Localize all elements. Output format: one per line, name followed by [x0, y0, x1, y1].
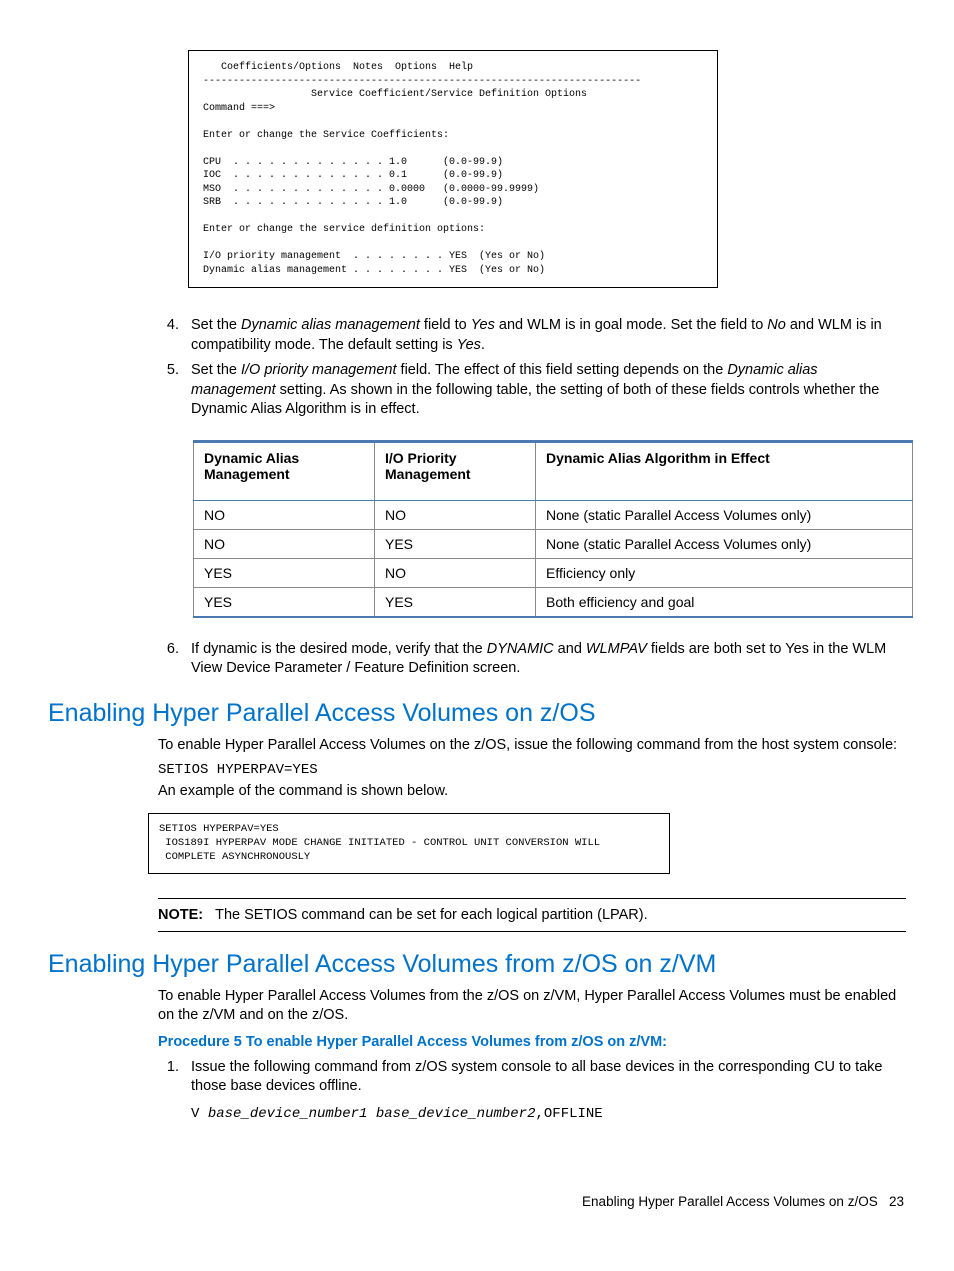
- procedure-steps-4-5: Set the Dynamic alias management field t…: [48, 316, 906, 420]
- rule: ----------------------------------------…: [203, 76, 641, 87]
- note-box: NOTE: The SETIOS command can be set for e…: [158, 898, 906, 932]
- procedure-step-6: If dynamic is the desired mode, verify t…: [48, 640, 906, 679]
- step-4: Set the Dynamic alias management field t…: [183, 316, 906, 355]
- col-header: Dynamic Alias Algorithm in Effect: [536, 441, 913, 500]
- alias-algorithm-table: Dynamic Alias Management I/O Priority Ma…: [193, 440, 913, 618]
- step-5: Set the I/O priority management field. T…: [183, 361, 906, 420]
- terminal-screen-setios-output: SETIOS HYPERPAV=YES IOS189I HYPERPAV MOD…: [148, 813, 670, 874]
- command-prompt: Command ===>: [203, 103, 275, 114]
- row-mso: MSO . . . . . . . . . . . . . 0.0000 (0.…: [203, 184, 539, 195]
- row-dynamic-alias: Dynamic alias management . . . . . . . .…: [203, 265, 545, 276]
- paragraph: An example of the command is shown below…: [48, 782, 906, 802]
- row-io-priority: I/O priority management . . . . . . . . …: [203, 251, 545, 262]
- footer-title: Enabling Hyper Parallel Access Volumes o…: [582, 1194, 878, 1209]
- prompt-options: Enter or change the service definition o…: [203, 224, 485, 235]
- note-text: The SETIOS command can be set for each l…: [215, 907, 648, 923]
- procedure-heading: Procedure 5 To enable Hyper Parallel Acc…: [48, 1034, 906, 1050]
- table-row: YESYESBoth efficiency and goal: [194, 587, 913, 617]
- table-row: NOYESNone (static Parallel Access Volume…: [194, 529, 913, 558]
- screen-title: Service Coefficient/Service Definition O…: [203, 89, 587, 100]
- prompt-coefficients: Enter or change the Service Coefficients…: [203, 130, 449, 141]
- procedure-5-steps: Issue the following command from z/OS sy…: [48, 1058, 906, 1124]
- command-vary-offline: V base_device_number1 base_device_number…: [191, 1105, 906, 1124]
- col-header: I/O Priority Management: [375, 441, 536, 500]
- row-cpu: CPU . . . . . . . . . . . . . 1.0 (0.0-9…: [203, 157, 503, 168]
- paragraph: To enable Hyper Parallel Access Volumes …: [48, 987, 906, 1026]
- row-ioc: IOC . . . . . . . . . . . . . 0.1 (0.0-9…: [203, 170, 503, 181]
- page-number: 23: [889, 1194, 904, 1209]
- section-heading-enable-zos: Enabling Hyper Parallel Access Volumes o…: [48, 699, 906, 728]
- page-footer: Enabling Hyper Parallel Access Volumes o…: [48, 1194, 906, 1209]
- menu-bar: Coefficients/Options Notes Options Help: [203, 62, 473, 73]
- col-header: Dynamic Alias Management: [194, 441, 375, 500]
- table-row: YESNOEfficiency only: [194, 558, 913, 587]
- section-heading-enable-zvm: Enabling Hyper Parallel Access Volumes f…: [48, 950, 906, 979]
- paragraph: To enable Hyper Parallel Access Volumes …: [48, 736, 906, 756]
- terminal-screen-service-options: Coefficients/Options Notes Options Help …: [188, 50, 718, 288]
- table-row: NONONone (static Parallel Access Volumes…: [194, 500, 913, 529]
- note-label: NOTE:: [158, 907, 203, 923]
- command-setios: SETIOS HYPERPAV=YES: [48, 762, 906, 778]
- step-6: If dynamic is the desired mode, verify t…: [183, 640, 906, 679]
- row-srb: SRB . . . . . . . . . . . . . 1.0 (0.0-9…: [203, 197, 503, 208]
- step-1: Issue the following command from z/OS sy…: [183, 1058, 906, 1124]
